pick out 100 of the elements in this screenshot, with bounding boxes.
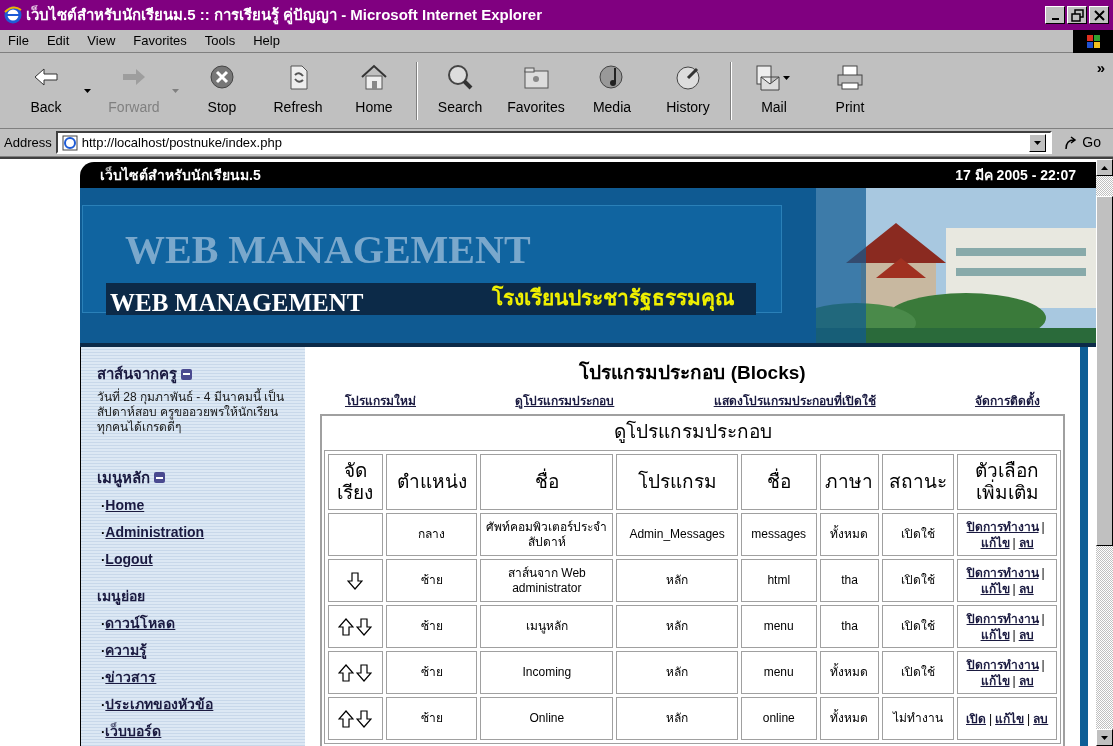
menu-link[interactable]: ประเภทของหัวข้อ [105,694,214,715]
collapse-button[interactable] [181,368,192,380]
table-cell: ซ้าย [385,651,478,694]
menu-link[interactable]: ความรู้ [105,640,148,661]
minimize-button[interactable] [1045,6,1065,24]
separator-mark: | [1041,611,1045,626]
toolbar-button[interactable]: History [650,57,726,124]
up-arrow-icon [338,709,355,728]
more-button[interactable]: » [1096,57,1105,80]
table-cell: หลัก [616,697,738,740]
action-link[interactable]: เปิด [966,711,986,726]
menu-item[interactable]: View [87,31,116,51]
menu-link[interactable]: Logout [105,549,153,570]
menu-link[interactable]: Home [105,495,145,516]
bullet-mark: · [101,723,106,741]
banner-title: WEB MANAGEMENT [110,288,364,318]
action-link[interactable]: ปิดการทำงาน [966,657,1039,672]
menu-link[interactable]: เว็บบอร์ด [105,721,162,742]
menu-item[interactable]: Help [253,31,280,51]
menu-item[interactable]: Edit [46,31,70,51]
up-arrow-icon [338,617,355,636]
table-cell: menu [740,651,817,694]
action-link[interactable]: ลบ [1018,535,1034,550]
toolbar-button[interactable]: Home [336,57,412,124]
bullet-mark: · [101,497,106,515]
table-cell: หลัก [616,605,738,648]
caret-icon [1034,140,1042,145]
toolbar-button[interactable]: Mail [736,57,812,124]
separator-mark: | [1027,711,1031,726]
menu-item[interactable]: File [8,31,29,51]
action-link[interactable]: แก้ไข [980,673,1010,688]
action-link[interactable]: ลบ [1018,627,1034,642]
dropdown-button[interactable] [1029,133,1047,152]
action-link[interactable]: แก้ไข [995,711,1025,726]
table-cell: ไม่ทำงาน [882,697,955,740]
nav-link[interactable]: ดูโปรแกรมประกอบ [515,391,615,410]
action-link[interactable]: แก้ไข [980,627,1010,642]
printer-icon [835,63,865,93]
mail-icon [753,63,783,93]
action-link[interactable]: ปิดการทำงาน [966,565,1039,580]
close-button[interactable] [1089,6,1109,24]
house-icon [359,63,389,93]
restore-button[interactable] [1067,6,1087,24]
action-link[interactable]: ลบ [1018,581,1034,596]
table-cell: สาส์นจาก Web administrator [480,559,614,602]
separator-mark: | [1041,519,1045,534]
page-heading: โปรแกรมประกอบ (Blocks) [579,360,806,385]
toolbar-button[interactable]: Media [574,57,650,124]
collapse-button[interactable] [154,472,165,484]
bullet-mark: · [101,551,106,569]
table-cell: เปิดใช้ [882,651,955,694]
table-cell: หลัก [616,651,738,694]
move-up-link[interactable] [338,617,355,636]
action-link[interactable]: ลบ [1033,711,1049,726]
caret-icon [172,88,179,93]
column-header: ชื่อ [740,454,817,510]
action-link[interactable]: ปิดการทำงาน [966,611,1039,626]
action-link[interactable]: แก้ไข [980,535,1010,550]
down-arrow-icon [347,571,364,590]
move-down-link[interactable] [356,663,373,682]
table-cell: Online [480,697,614,740]
school-name: โรงเรียนประชารัฐธรรมคุณ [492,284,734,313]
menu-link[interactable]: ดาวน์โหลด [105,613,176,634]
move-up-link[interactable] [338,709,355,728]
action-link[interactable]: ลบ [1018,673,1034,688]
bullet-mark: · [101,696,106,714]
move-down-link[interactable] [356,709,373,728]
banner-background-text: WEB MANAGEMENT [125,226,531,274]
nav-link[interactable]: แสดงโปรแกรมประกอบที่เปิดใช้ [713,391,876,410]
move-up-link[interactable] [338,663,355,682]
action-link[interactable]: แก้ไข [980,581,1010,596]
nav-link[interactable]: โปรแกรมใหม่ [345,391,416,410]
menu-link[interactable]: ข่าวสาร [105,667,157,688]
nav-link[interactable]: จัดการติดตั้ง [975,391,1040,410]
move-down-link[interactable] [347,571,364,590]
toolbar-button[interactable]: Back [8,57,84,124]
column-header: ตัวเลือก เพิ่มเติม [957,454,1057,510]
move-down-link[interactable] [356,617,373,636]
address-label: Address [4,133,52,152]
table-cell: เมนูหลัก [480,605,614,648]
toolbar-button[interactable]: Search [422,57,498,124]
toolbar-button[interactable]: Print [812,57,888,124]
toolbar-button[interactable]: Refresh [260,57,336,124]
action-link[interactable]: ปิดการทำงาน [966,519,1039,534]
menu-item[interactable]: Tools [204,31,236,51]
separator-mark: | [989,711,993,726]
table-title: ดูโปรแกรมประกอบ [612,419,773,445]
table-cell: ซ้าย [385,605,478,648]
go-button[interactable]: Go [1056,132,1109,153]
page-icon [61,134,78,151]
menu-link[interactable]: Administration [105,522,205,543]
vertical-scrollbar[interactable] [1096,159,1113,746]
bullet-mark: · [101,642,106,660]
menu-item[interactable]: Favorites [133,31,187,51]
toolbar-button[interactable]: Stop [184,57,260,124]
bullet-mark: · [101,524,106,542]
column-header: โปรแกรม [616,454,738,510]
toolbar-button[interactable]: Favorites [498,57,574,124]
table-cell: ทั้งหมด [819,513,880,556]
browser-logo-icon [4,6,22,24]
